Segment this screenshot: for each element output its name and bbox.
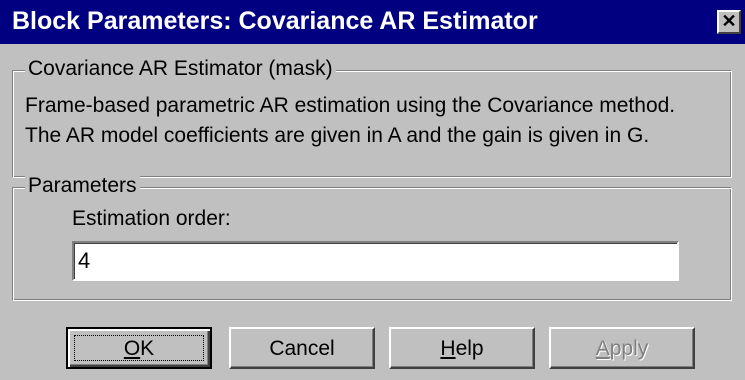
window-title: Block Parameters: Covariance AR Estimato… (12, 7, 538, 35)
ok-button[interactable]: OK (66, 327, 212, 369)
help-button-label: Help (440, 337, 484, 360)
estimation-order-label: Estimation order: (72, 207, 231, 230)
apply-button-label: Apply (595, 337, 649, 360)
apply-button[interactable]: Apply (549, 327, 695, 369)
mask-group-legend: Covariance AR Estimator (mask) (25, 57, 336, 81)
dialog-window: Block Parameters: Covariance AR Estimato… (0, 0, 745, 380)
cancel-button[interactable]: Cancel (229, 327, 375, 369)
cancel-button-label: Cancel (269, 337, 335, 360)
parameters-group-legend: Parameters (25, 174, 140, 198)
help-button[interactable]: Help (389, 327, 535, 369)
ok-button-label: OK (123, 337, 155, 360)
estimation-order-input[interactable] (72, 241, 679, 281)
title-bar[interactable]: Block Parameters: Covariance AR Estimato… (0, 0, 745, 44)
close-icon[interactable]: ✕ (717, 10, 741, 34)
mask-description-line-1: Frame-based parametric AR estimation usi… (25, 94, 676, 117)
mask-description-line-2: The AR model coefficients are given in A… (25, 124, 650, 147)
